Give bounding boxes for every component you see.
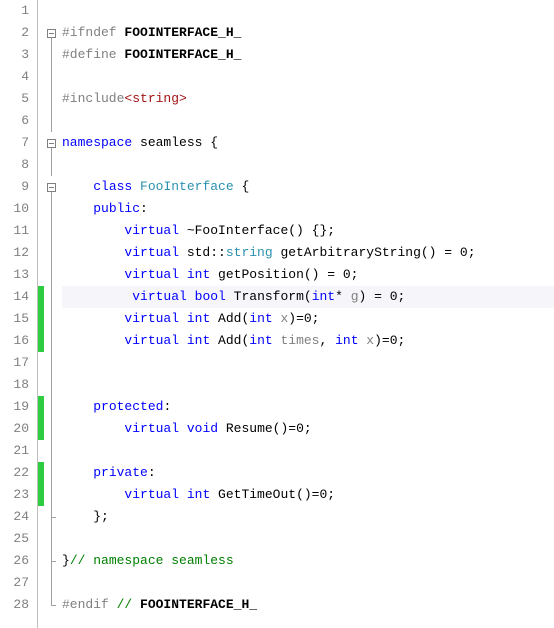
code-line[interactable]: #include<string> xyxy=(62,88,554,110)
line-number: 27 xyxy=(0,572,37,594)
fold-cell xyxy=(44,506,58,528)
fold-cell xyxy=(44,176,58,198)
line-number: 24 xyxy=(0,506,37,528)
code-line[interactable]: #endif // FOOINTERFACE_H_ xyxy=(62,594,554,616)
code-line[interactable]: public: xyxy=(62,198,554,220)
fold-cell xyxy=(44,594,58,616)
line-number: 9 xyxy=(0,176,37,198)
fold-cell xyxy=(44,484,58,506)
fold-toggle-icon[interactable] xyxy=(47,29,56,38)
fold-cell xyxy=(44,528,58,550)
fold-cell xyxy=(44,44,58,66)
fold-cell xyxy=(44,198,58,220)
fold-cell xyxy=(44,154,58,176)
fold-cell xyxy=(44,374,58,396)
fold-cell xyxy=(44,462,58,484)
code-line[interactable]: virtual int Add(int x)=0; xyxy=(62,308,554,330)
fold-cell xyxy=(44,440,58,462)
fold-cell xyxy=(44,308,58,330)
line-number: 1 xyxy=(0,0,37,22)
fold-toggle-icon[interactable] xyxy=(47,139,56,148)
line-number: 3 xyxy=(0,44,37,66)
fold-cell xyxy=(44,330,58,352)
fold-cell xyxy=(44,132,58,154)
fold-cell xyxy=(44,352,58,374)
line-number-gutter: 1 2 3 4 5 6 7 8 9 10 11 12 13 14 15 16 1… xyxy=(0,0,38,628)
line-number: 28 xyxy=(0,594,37,616)
line-number: 6 xyxy=(0,110,37,132)
code-line[interactable]: private: xyxy=(62,462,554,484)
line-number: 5 xyxy=(0,88,37,110)
code-line[interactable] xyxy=(62,352,554,374)
line-number: 13 xyxy=(0,264,37,286)
line-number: 22 xyxy=(0,462,37,484)
code-line[interactable] xyxy=(62,66,554,88)
code-line[interactable]: }// namespace seamless xyxy=(62,550,554,572)
fold-cell xyxy=(44,396,58,418)
code-line[interactable]: virtual ~FooInterface() {}; xyxy=(62,220,554,242)
line-number: 26 xyxy=(0,550,37,572)
line-number: 7 xyxy=(0,132,37,154)
code-line[interactable] xyxy=(62,374,554,396)
code-line[interactable]: namespace seamless { xyxy=(62,132,554,154)
code-line[interactable] xyxy=(62,572,554,594)
line-number: 21 xyxy=(0,440,37,462)
fold-cell xyxy=(44,0,58,22)
fold-cell xyxy=(44,286,58,308)
line-number: 23 xyxy=(0,484,37,506)
fold-margin xyxy=(44,0,58,628)
code-line-current[interactable]: virtual bool Transform(int* g) = 0; xyxy=(62,286,554,308)
line-number: 25 xyxy=(0,528,37,550)
code-line[interactable] xyxy=(62,0,554,22)
line-number: 15 xyxy=(0,308,37,330)
fold-cell xyxy=(44,418,58,440)
code-editor[interactable]: #ifndef FOOINTERFACE_H_ #define FOOINTER… xyxy=(58,0,554,628)
code-line[interactable] xyxy=(62,154,554,176)
line-number: 14 xyxy=(0,286,37,308)
fold-cell xyxy=(44,110,58,132)
code-line[interactable]: virtual int getPosition() = 0; xyxy=(62,264,554,286)
line-number: 4 xyxy=(0,66,37,88)
line-number: 19 xyxy=(0,396,37,418)
line-number: 8 xyxy=(0,154,37,176)
line-number: 2 xyxy=(0,22,37,44)
fold-toggle-icon[interactable] xyxy=(47,183,56,192)
fold-cell xyxy=(44,550,58,572)
fold-cell xyxy=(44,572,58,594)
code-line[interactable]: #define FOOINTERFACE_H_ xyxy=(62,44,554,66)
line-number: 20 xyxy=(0,418,37,440)
code-line[interactable] xyxy=(62,528,554,550)
line-number: 17 xyxy=(0,352,37,374)
line-number: 11 xyxy=(0,220,37,242)
code-line[interactable]: virtual std::string getArbitraryString()… xyxy=(62,242,554,264)
code-line[interactable]: }; xyxy=(62,506,554,528)
code-line[interactable]: virtual int Add(int times, int x)=0; xyxy=(62,330,554,352)
code-line[interactable]: virtual int GetTimeOut()=0; xyxy=(62,484,554,506)
fold-cell xyxy=(44,242,58,264)
code-line[interactable]: virtual void Resume()=0; xyxy=(62,418,554,440)
line-number: 12 xyxy=(0,242,37,264)
code-line[interactable]: protected: xyxy=(62,396,554,418)
line-number: 16 xyxy=(0,330,37,352)
line-number: 18 xyxy=(0,374,37,396)
code-line[interactable] xyxy=(62,110,554,132)
fold-cell xyxy=(44,66,58,88)
line-number: 10 xyxy=(0,198,37,220)
code-line[interactable] xyxy=(62,440,554,462)
fold-cell xyxy=(44,88,58,110)
fold-cell xyxy=(44,264,58,286)
fold-cell xyxy=(44,220,58,242)
code-line[interactable]: class FooInterface { xyxy=(62,176,554,198)
fold-cell xyxy=(44,22,58,44)
code-line[interactable]: #ifndef FOOINTERFACE_H_ xyxy=(62,22,554,44)
